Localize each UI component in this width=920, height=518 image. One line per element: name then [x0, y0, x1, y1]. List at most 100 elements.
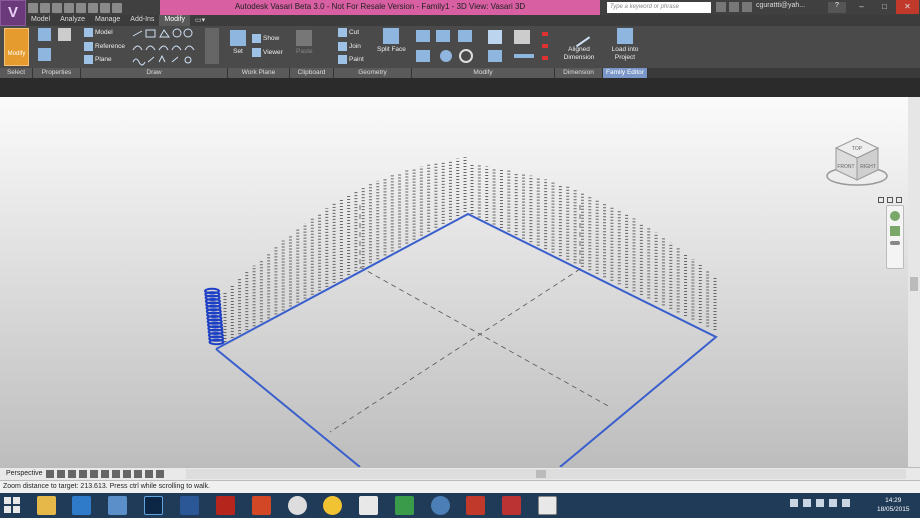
reveal-hidden-icon[interactable] — [123, 470, 131, 478]
draw-reference-button[interactable]: Reference — [84, 42, 125, 51]
hp-icon[interactable] — [288, 496, 307, 515]
panel-select[interactable]: Select — [0, 68, 33, 78]
shadows-icon[interactable] — [68, 470, 76, 478]
3d-viewport[interactable]: TOP FRONT RIGHT — [0, 97, 908, 467]
minimize-icon[interactable]: – — [850, 0, 873, 14]
measure-icon[interactable] — [88, 2, 98, 13]
star-icon[interactable] — [742, 2, 752, 12]
paint-button[interactable]: Paint — [338, 55, 364, 64]
panel-geometry[interactable]: Geometry — [334, 68, 412, 78]
acrobat-icon[interactable] — [216, 496, 235, 515]
load-into-project-button[interactable]: Load into Project — [606, 28, 644, 62]
viewcube[interactable]: TOP FRONT RIGHT — [822, 132, 892, 190]
draw-model-button[interactable]: Model — [84, 28, 113, 37]
search-input[interactable]: Type a keyword or phrase — [607, 2, 711, 13]
draw-shapes-gallery[interactable] — [130, 28, 202, 66]
zoom-icon[interactable] — [890, 226, 900, 236]
photoshop-icon[interactable] — [144, 496, 163, 515]
binoculars-icon[interactable] — [716, 2, 726, 12]
horizontal-scroll-thumb[interactable] — [536, 470, 546, 478]
horizontal-scrollbar[interactable] — [186, 469, 906, 479]
workplane-viewer-button[interactable]: Viewer — [252, 48, 283, 57]
panel-work-plane[interactable]: Work Plane — [228, 68, 290, 78]
draw-plane-button[interactable]: Plane — [84, 55, 112, 64]
vertical-scroll-thumb[interactable] — [910, 277, 918, 291]
paste-button[interactable]: Paste — [296, 30, 313, 55]
tab-modify[interactable]: Modify — [159, 15, 191, 26]
draw-gallery-scroll[interactable] — [205, 28, 221, 64]
help-tray-icon[interactable] — [790, 499, 798, 507]
scroll-left-icon[interactable] — [156, 470, 164, 478]
network-icon[interactable] — [829, 499, 837, 507]
autocad-icon[interactable] — [466, 496, 485, 515]
panel-modify[interactable]: Modify — [412, 68, 555, 78]
tab-manage[interactable]: Manage — [90, 15, 125, 26]
show-crop-icon[interactable] — [90, 470, 98, 478]
print-icon[interactable] — [76, 2, 86, 13]
tab-add-ins[interactable]: Add-Ins — [125, 15, 159, 26]
app-icon-blue[interactable] — [108, 496, 127, 515]
windows-start-icon[interactable] — [4, 497, 21, 514]
set-workplane-button[interactable]: Set — [230, 30, 246, 55]
panel-clipboard[interactable]: Clipboard — [290, 68, 334, 78]
vp-restore-icon[interactable] — [887, 197, 893, 203]
model-canvas[interactable] — [0, 97, 908, 467]
unlock-view-icon[interactable] — [101, 470, 109, 478]
app-icon-green[interactable] — [395, 496, 414, 515]
vasari-icon[interactable] — [538, 496, 557, 515]
split-face-button[interactable]: Split Face — [377, 28, 406, 53]
redo-icon[interactable] — [64, 2, 74, 13]
cut-geometry-button[interactable]: Cut — [338, 28, 359, 37]
qat-dropdown-icon[interactable] — [112, 2, 122, 13]
join-geometry-button[interactable]: Join — [338, 42, 361, 51]
type-properties-icon[interactable] — [38, 28, 51, 43]
worksharing-icon[interactable] — [145, 470, 153, 478]
file-explorer-icon[interactable] — [37, 496, 56, 515]
properties-icon[interactable] — [38, 48, 51, 63]
app-icon-globe[interactable] — [431, 496, 450, 515]
modify-tools[interactable] — [414, 28, 554, 66]
tab-model[interactable]: Model — [26, 15, 55, 26]
open-icon[interactable] — [28, 2, 38, 13]
vertical-scrollbar[interactable] — [908, 97, 920, 467]
close-icon[interactable]: ✕ — [896, 0, 919, 14]
panel-draw[interactable]: Draw — [81, 68, 228, 78]
app-icon-red[interactable] — [502, 496, 521, 515]
modify-button[interactable]: Modify — [4, 28, 29, 66]
analysis-display-icon[interactable] — [134, 470, 142, 478]
family-types-icon[interactable] — [58, 28, 71, 43]
show-hidden-icons[interactable] — [803, 499, 811, 507]
tab-extra-icon[interactable]: ▭▾ — [190, 15, 210, 26]
flag-icon[interactable] — [816, 499, 824, 507]
vp-close-icon[interactable] — [896, 197, 902, 203]
temporary-hide-icon[interactable] — [112, 470, 120, 478]
panel-family-editor[interactable]: Family Editor — [603, 68, 648, 78]
panel-properties[interactable]: Properties — [33, 68, 81, 78]
maximize-icon[interactable]: □ — [873, 0, 896, 14]
chrome-icon[interactable] — [323, 496, 342, 515]
sun-path-icon[interactable] — [57, 470, 65, 478]
volume-icon[interactable] — [842, 499, 850, 507]
undo-icon[interactable] — [52, 2, 62, 13]
steering-wheel-icon[interactable] — [890, 211, 900, 221]
tab-analyze[interactable]: Analyze — [55, 15, 90, 26]
view-type-label[interactable]: Perspective — [6, 470, 43, 477]
help-icon[interactable]: ? — [828, 2, 846, 13]
taskbar-clock[interactable]: 14:29 18/05/2015 — [877, 496, 910, 514]
3d-view-icon[interactable] — [100, 2, 110, 13]
vp-minimize-icon[interactable] — [878, 197, 884, 203]
panel-dimension[interactable]: Dimension — [555, 68, 603, 78]
show-workplane-button[interactable]: Show — [252, 34, 279, 43]
navbar-menu-icon[interactable] — [890, 241, 900, 245]
app-grid-icon[interactable] — [359, 496, 378, 515]
internet-explorer-icon[interactable] — [72, 496, 91, 515]
application-menu-button[interactable]: V — [0, 0, 26, 26]
visual-style-icon[interactable] — [46, 470, 54, 478]
user-account[interactable]: cgurattti@yah... — [756, 2, 805, 9]
word-icon[interactable] — [180, 496, 199, 515]
powerpoint-icon[interactable] — [252, 496, 271, 515]
save-icon[interactable] — [40, 2, 50, 13]
subscription-icon[interactable] — [729, 2, 739, 12]
aligned-dimension-button[interactable]: Aligned Dimension — [560, 24, 598, 62]
crop-region-icon[interactable] — [79, 470, 87, 478]
